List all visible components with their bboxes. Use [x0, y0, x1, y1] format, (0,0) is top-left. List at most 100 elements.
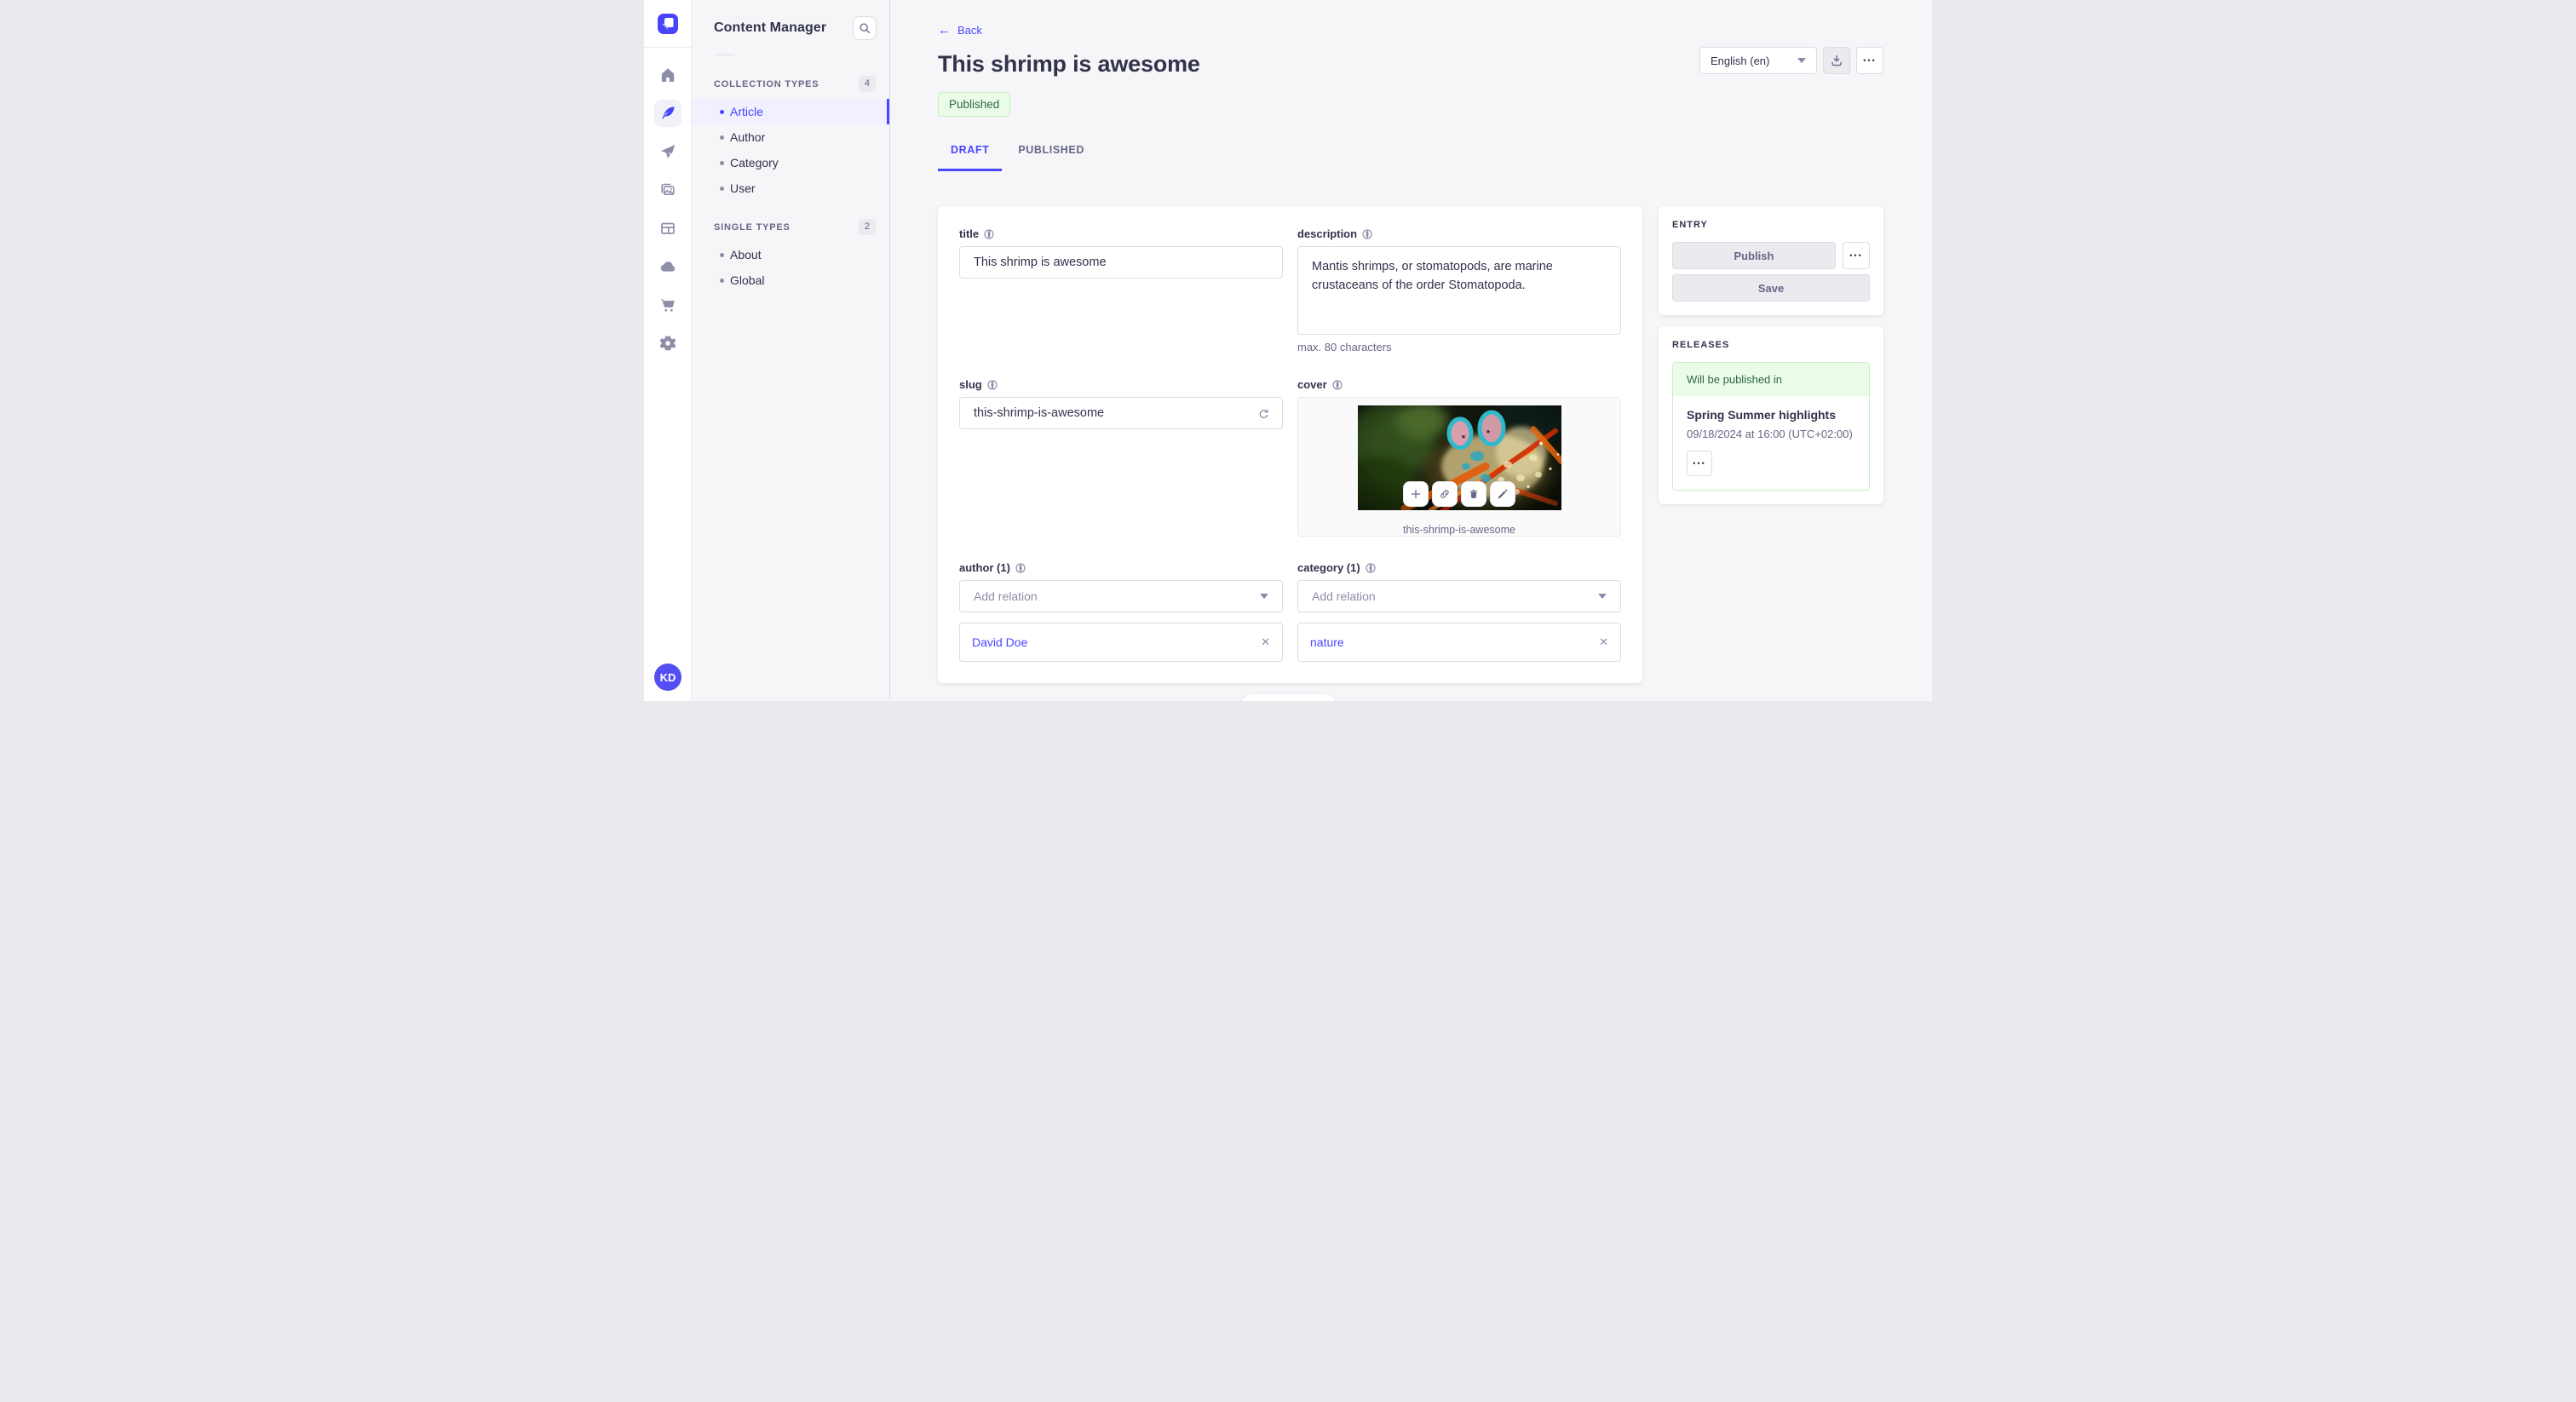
main-content: ← Back This shrimp is awesome English (e…	[890, 0, 1932, 701]
description-textarea[interactable]: Mantis shrimps, or stomatopods, are mari…	[1297, 246, 1621, 335]
slug-label: slug	[959, 378, 982, 391]
publish-button[interactable]: Publish	[1672, 242, 1836, 269]
bullet-icon	[720, 160, 724, 165]
locale-value: English (en)	[1711, 54, 1770, 67]
author-relation-placeholder: Add relation	[974, 589, 1038, 603]
bullet-icon	[720, 252, 724, 257]
save-button[interactable]: Save	[1672, 274, 1870, 302]
download-icon	[1831, 55, 1842, 66]
sidebar-item-label: User	[730, 181, 756, 195]
cover-filename: this-shrimp-is-awesome	[1403, 524, 1515, 536]
tab-draft[interactable]: DRAFT	[938, 144, 1003, 171]
edit-media-button[interactable]	[1490, 481, 1515, 507]
title-input[interactable]: This shrimp is awesome	[959, 246, 1283, 279]
entry-heading: ENTRY	[1672, 220, 1708, 230]
entry-more-button[interactable]: •••	[1843, 242, 1870, 269]
strapi-logo-icon[interactable]	[657, 14, 678, 34]
category-relation-placeholder: Add relation	[1312, 589, 1376, 603]
back-link[interactable]: ← Back	[938, 24, 982, 37]
sidebar-item-label: About	[730, 248, 762, 261]
sidebar-item-label: Article	[730, 105, 763, 118]
content-manager-subnav: Content Manager COLLECTION TYPES 4 Artic…	[692, 0, 890, 701]
remove-category-relation-button[interactable]: ✕	[1599, 635, 1608, 649]
more-actions-button[interactable]: •••	[1856, 47, 1883, 74]
rail-nav	[653, 61, 681, 357]
author-relation-link[interactable]: David Doe	[972, 635, 1027, 649]
field-description: description Mantis shrimps, or stomatopo…	[1297, 227, 1621, 353]
release-name: Spring Summer highlights	[1687, 408, 1837, 422]
category-label: category (1)	[1297, 561, 1360, 574]
single-types-label: SINGLE TYPES	[714, 221, 791, 233]
i18n-globe-icon	[984, 228, 994, 239]
cloud-icon[interactable]	[654, 253, 681, 280]
collection-types-label: COLLECTION TYPES	[714, 78, 819, 89]
scrolled-card-peek[interactable]	[1241, 694, 1337, 701]
chevron-down-icon	[1797, 58, 1806, 63]
sidebar-item-category[interactable]: Category	[692, 150, 889, 175]
add-media-button[interactable]	[1403, 481, 1429, 507]
collection-types-list: Article Author Category User	[692, 99, 889, 201]
category-relation-select[interactable]: Add relation	[1297, 580, 1621, 612]
home-icon[interactable]	[654, 61, 681, 89]
sidebar-item-user[interactable]: User	[692, 175, 889, 201]
single-types-list: About Global	[692, 242, 889, 293]
field-category: category (1) Add relation nature ✕	[1297, 561, 1621, 662]
copy-link-button[interactable]	[1432, 481, 1458, 507]
release-card: Will be published in Spring Summer highl…	[1672, 362, 1870, 491]
rail-divider	[644, 47, 692, 48]
delete-media-button[interactable]	[1461, 481, 1486, 507]
author-relation-select[interactable]: Add relation	[959, 580, 1283, 612]
gear-icon[interactable]	[654, 330, 681, 357]
images-icon[interactable]	[654, 176, 681, 204]
icon-rail: KD	[644, 0, 692, 701]
header-controls: English (en) •••	[1699, 47, 1883, 74]
sidebar-item-about[interactable]: About	[692, 242, 889, 267]
send-icon[interactable]	[654, 138, 681, 165]
sidebar-item-global[interactable]: Global	[692, 267, 889, 293]
remove-author-relation-button[interactable]: ✕	[1261, 635, 1270, 649]
slug-input-value: this-shrimp-is-awesome	[974, 406, 1105, 420]
field-author: author (1) Add relation David Doe ✕	[959, 561, 1283, 662]
avatar[interactable]: KD	[654, 664, 681, 691]
layout-icon[interactable]	[654, 215, 681, 242]
tab-published[interactable]: PUBLISHED	[1005, 144, 1097, 171]
author-relation-item: David Doe ✕	[959, 623, 1283, 662]
release-date: 09/18/2024 at 16:00 (UTC+02:00)	[1687, 428, 1853, 440]
cart-icon[interactable]	[654, 291, 681, 319]
entry-panel: ENTRY Publish ••• Save	[1659, 206, 1883, 315]
chevron-down-icon	[1260, 594, 1268, 599]
collection-types-count: 4	[858, 76, 876, 92]
sidebar-item-article[interactable]: Article	[692, 99, 889, 124]
category-relation-link[interactable]: nature	[1310, 635, 1344, 649]
strapi-admin-app: KD Content Manager COLLECTION TYPES 4 Ar…	[644, 0, 1932, 701]
sidebar-item-label: Author	[730, 130, 766, 144]
cover-toolbar	[1403, 481, 1515, 507]
back-label: Back	[957, 24, 982, 37]
locale-select[interactable]: English (en)	[1699, 47, 1817, 74]
feather-icon[interactable]	[653, 100, 681, 127]
download-button[interactable]	[1823, 47, 1850, 74]
bullet-icon	[720, 135, 724, 140]
side-column: ENTRY Publish ••• Save RELEASES Will be …	[1659, 206, 1883, 504]
author-label: author (1)	[959, 561, 1010, 574]
regenerate-slug-button[interactable]	[1253, 404, 1274, 424]
chevron-down-icon	[1598, 594, 1607, 599]
release-more-button[interactable]: •••	[1687, 451, 1712, 476]
field-cover: cover this-shrimp-is-awesome	[1297, 378, 1621, 537]
cover-label: cover	[1297, 378, 1327, 391]
single-types-count: 2	[858, 219, 876, 235]
plus-icon	[1411, 489, 1421, 499]
pencil-icon	[1498, 489, 1508, 499]
releases-heading: RELEASES	[1672, 340, 1730, 350]
search-button[interactable]	[853, 16, 877, 40]
slug-input[interactable]: this-shrimp-is-awesome	[959, 397, 1283, 429]
ellipsis-icon: •••	[1693, 458, 1706, 468]
trash-icon	[1469, 490, 1478, 498]
i18n-globe-icon	[987, 379, 998, 390]
title-label: title	[959, 227, 980, 240]
field-title: title This shrimp is awesome	[959, 227, 1283, 353]
bullet-icon	[720, 278, 724, 283]
ellipsis-icon: •••	[1849, 250, 1863, 260]
sidebar-item-author[interactable]: Author	[692, 124, 889, 150]
cover-media-box: this-shrimp-is-awesome	[1297, 397, 1621, 537]
